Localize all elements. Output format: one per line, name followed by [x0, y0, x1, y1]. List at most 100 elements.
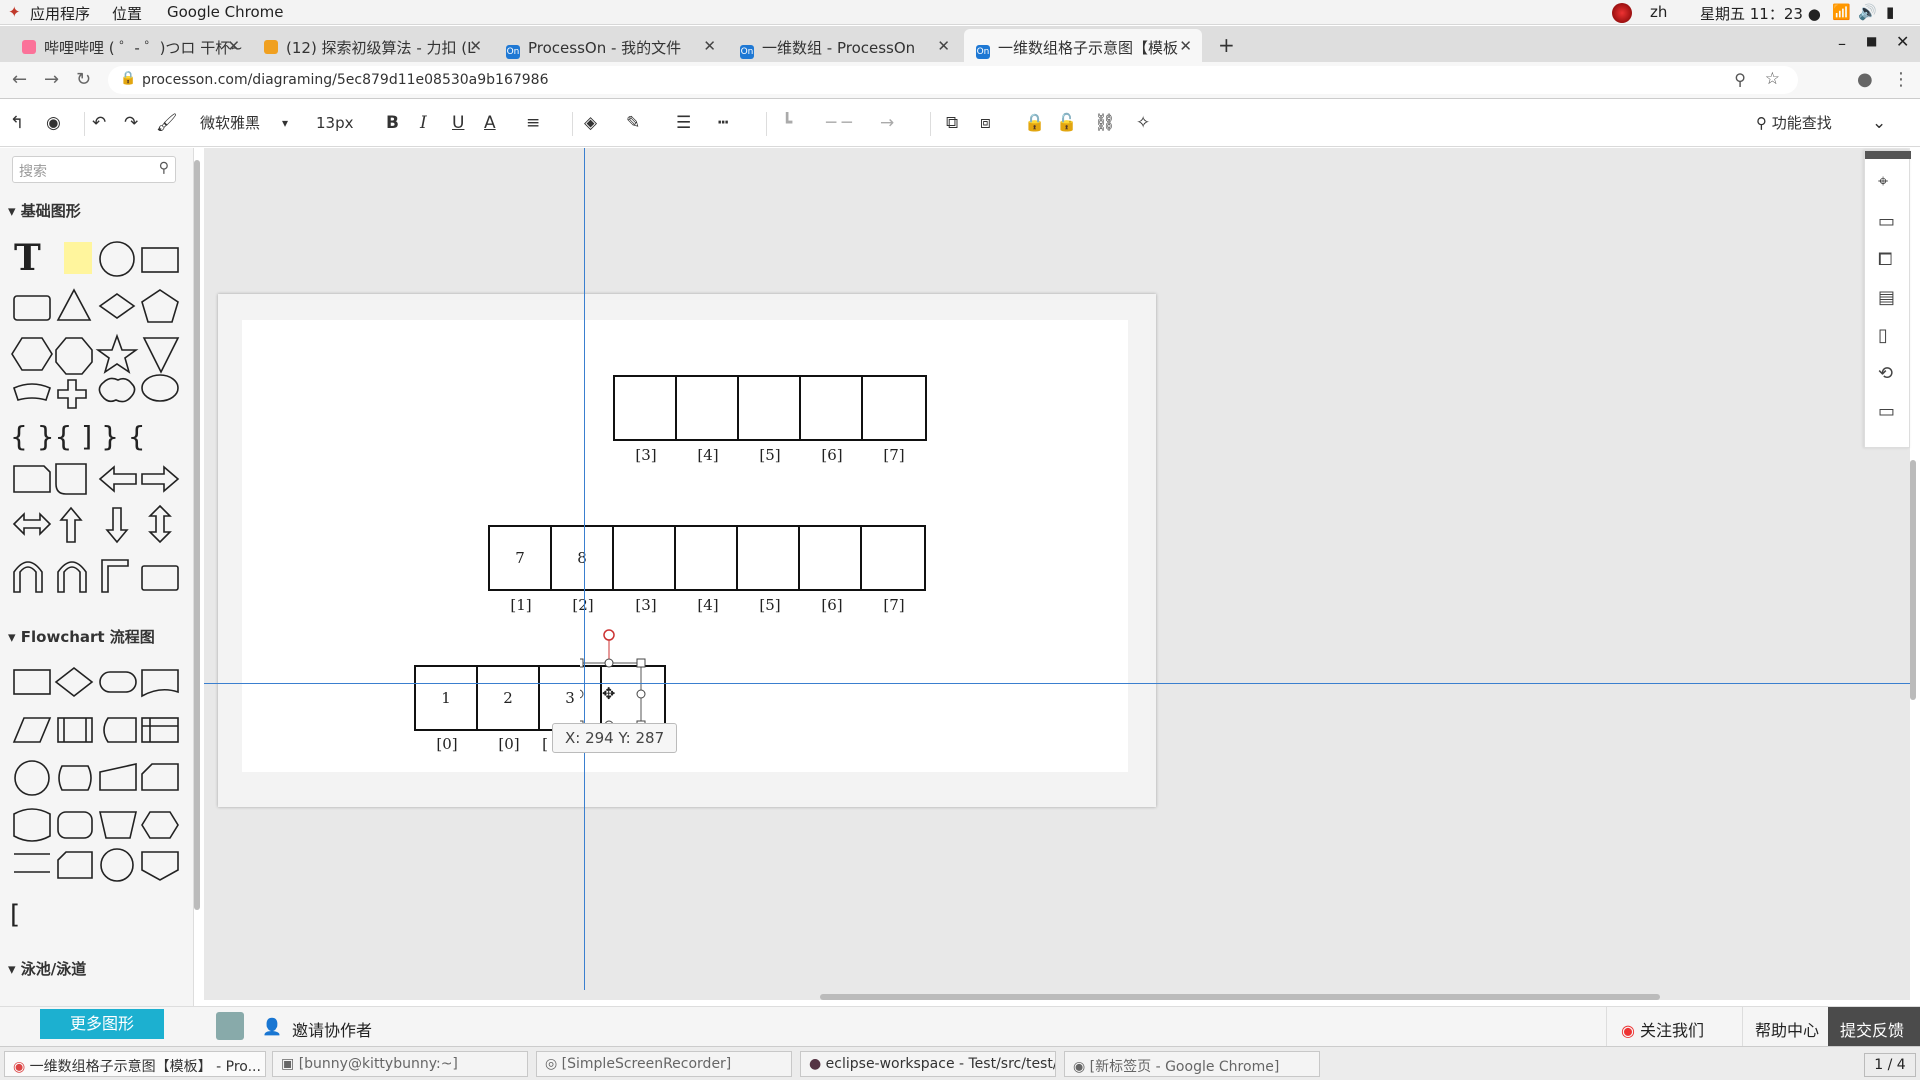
connector-icon[interactable]: ┗ [782, 112, 792, 134]
apps-icon[interactable]: ✦ [8, 3, 21, 21]
lock-icon[interactable]: 🔒 [1024, 112, 1045, 134]
tab-bilibili[interactable]: 哔哩哔哩 ( ゜- ゜)つロ 干杯~ ✕ [10, 29, 250, 62]
arrow-style-icon[interactable]: → [880, 112, 894, 134]
category-basic-shapes[interactable]: ▾ 基础图形 [8, 200, 81, 221]
fill-color-icon[interactable]: ◈ [584, 112, 597, 134]
array-cell[interactable] [801, 377, 863, 439]
underline-button[interactable]: U [452, 112, 464, 134]
index-label[interactable]: [0] [416, 735, 478, 753]
format-icon[interactable]: ▭ [1878, 211, 1895, 232]
send-back-icon[interactable]: ⧈ [980, 112, 991, 134]
array-cell[interactable] [800, 527, 862, 589]
index-label[interactable]: [6] [801, 446, 863, 464]
index-label[interactable]: [7] [863, 596, 925, 614]
taskbar-item-recorder[interactable]: ◎ [SimpleScreenRecorder] [536, 1051, 792, 1077]
array-cell[interactable]: 2 [478, 667, 540, 729]
selection-handles[interactable]: ✥ [580, 629, 650, 733]
chrome-menu-icon[interactable]: ⋮ [1892, 69, 1910, 90]
index-label[interactable]: [ [540, 735, 550, 753]
close-icon[interactable]: ✕ [1179, 37, 1192, 55]
chevron-down-icon[interactable]: ▾ [282, 112, 288, 134]
line-type-icon[interactable]: ─ ─ [826, 112, 852, 134]
link-icon[interactable]: ⛓ [1094, 112, 1116, 134]
index-label[interactable]: [3] [615, 446, 677, 464]
page-paper[interactable]: [3] [4] [5] [6] [7] 7 8 [1] [2] [3] [4] … [242, 320, 1128, 772]
taskbar-item-terminal[interactable]: ▣ [bunny@kittybunny:~] [272, 1051, 528, 1077]
taskbar-item-chrome[interactable]: ◉ 一维数组格子示意图【模板】 - Pro... [4, 1051, 266, 1077]
array-cell[interactable] [738, 527, 800, 589]
battery-icon[interactable]: ▮ [1886, 3, 1894, 21]
array-cell[interactable] [615, 377, 677, 439]
add-user-icon[interactable]: 👤 [262, 1017, 282, 1036]
index-label[interactable]: [5] [739, 446, 801, 464]
redo-icon[interactable]: ↷ [124, 112, 138, 134]
back-home-icon[interactable]: ↰ [10, 112, 24, 134]
clock[interactable]: 星期五 11：23 ● [1700, 3, 1821, 24]
profile-icon[interactable]: ● [1857, 69, 1873, 90]
index-label[interactable]: [3] [615, 596, 677, 614]
help-center-button[interactable]: 帮助中心 [1742, 1007, 1828, 1047]
sidebar-scrollbar[interactable] [194, 160, 200, 910]
array-cell[interactable] [863, 377, 925, 439]
category-flowchart[interactable]: ▾ Flowchart 流程图 [8, 626, 155, 647]
workspace-switcher[interactable]: 1 / 4 [1864, 1053, 1916, 1077]
index-label[interactable]: [2] [552, 596, 614, 614]
document-icon[interactable]: ▯ [1878, 325, 1888, 346]
close-icon[interactable]: ✕ [937, 37, 950, 55]
bracket-shape[interactable]: [ [10, 900, 20, 930]
places-menu[interactable]: 位置 [112, 3, 142, 24]
font-family-select[interactable]: 微软雅黑 [200, 112, 260, 134]
zoom-icon[interactable]: ⚲ [1734, 70, 1746, 89]
url-input[interactable]: 🔒 processon.com/diagraming/5ec879d11e0853… [108, 66, 1798, 94]
back-icon[interactable]: ← [12, 69, 27, 90]
feature-search-button[interactable]: ⚲ 功能查找 [1756, 112, 1832, 134]
close-icon[interactable]: ✕ [469, 37, 482, 55]
array-cell[interactable] [739, 377, 801, 439]
array-cell[interactable] [676, 527, 738, 589]
page-setup-icon[interactable]: ⧠ [1878, 249, 1892, 270]
flowchart-shapes-grid[interactable] [10, 658, 180, 888]
tab-processon-array[interactable]: On 一维数组 - ProcessOn ✕ [728, 29, 960, 62]
font-size-input[interactable]: 13px [316, 112, 354, 134]
canvas-horizontal-scrollbar[interactable] [820, 994, 1660, 1000]
taskbar-item-newtab[interactable]: ◉ [新标签页 - Google Chrome] [1064, 1051, 1320, 1077]
index-label[interactable]: [6] [801, 596, 863, 614]
tab-processon-files[interactable]: On ProcessOn - 我的文件 ✕ [494, 29, 726, 62]
language-indicator[interactable]: zh [1650, 3, 1667, 21]
index-label[interactable]: [5] [739, 596, 801, 614]
array-cell[interactable]: 1 [416, 667, 478, 729]
format-painter-icon[interactable]: 🖌 [156, 112, 178, 134]
close-window-icon[interactable]: ✕ [1896, 32, 1909, 51]
history-icon[interactable]: ⟲ [1878, 363, 1893, 384]
line-style-icon[interactable]: ┅ [718, 112, 728, 134]
font-color-button[interactable]: A [484, 112, 496, 134]
align-icon[interactable]: ≡ [526, 112, 540, 134]
bring-front-icon[interactable]: ⧉ [946, 112, 958, 134]
comment-icon[interactable]: ▭ [1878, 401, 1895, 422]
bold-button[interactable]: B [386, 112, 399, 134]
category-swimlane[interactable]: ▾ 泳池/泳道 [8, 958, 86, 979]
canvas-vertical-scrollbar[interactable] [1910, 460, 1916, 700]
index-label[interactable]: [4] [677, 596, 739, 614]
undo-icon[interactable]: ↶ [92, 112, 106, 134]
follow-us-button[interactable]: ◉ 关注我们 [1606, 1007, 1742, 1047]
tab-processon-template[interactable]: On 一维数组格子示意图【模板 ✕ [964, 29, 1202, 62]
new-tab-button[interactable]: + [1212, 29, 1240, 62]
navigator-icon[interactable]: ⌖ [1878, 171, 1888, 192]
taskbar-item-eclipse[interactable]: ● eclipse-workspace - Test/src/test/... [800, 1051, 1056, 1077]
reload-icon[interactable]: ↻ [76, 69, 91, 90]
array-cell[interactable] [677, 377, 739, 439]
close-icon[interactable]: ✕ [703, 37, 716, 55]
array-cell[interactable]: 8 [552, 527, 614, 589]
magic-wand-icon[interactable]: ✧ [1136, 112, 1150, 134]
volume-icon[interactable]: 🔊 [1858, 3, 1877, 21]
array-cell[interactable] [614, 527, 676, 589]
index-label[interactable]: [7] [863, 446, 925, 464]
more-shapes-button[interactable]: 更多图形 [40, 1009, 164, 1039]
diagram-canvas[interactable]: [3] [4] [5] [6] [7] 7 8 [1] [2] [3] [4] … [204, 148, 1910, 1000]
italic-button[interactable]: I [420, 112, 427, 134]
index-label[interactable]: [0] [478, 735, 540, 753]
collapse-toolbar-icon[interactable]: ⌄ [1872, 112, 1886, 134]
tab-leetcode[interactable]: (12) 探索初级算法 - 力扣 (L ✕ [252, 29, 492, 62]
search-icon[interactable]: ⚲ [159, 160, 169, 176]
